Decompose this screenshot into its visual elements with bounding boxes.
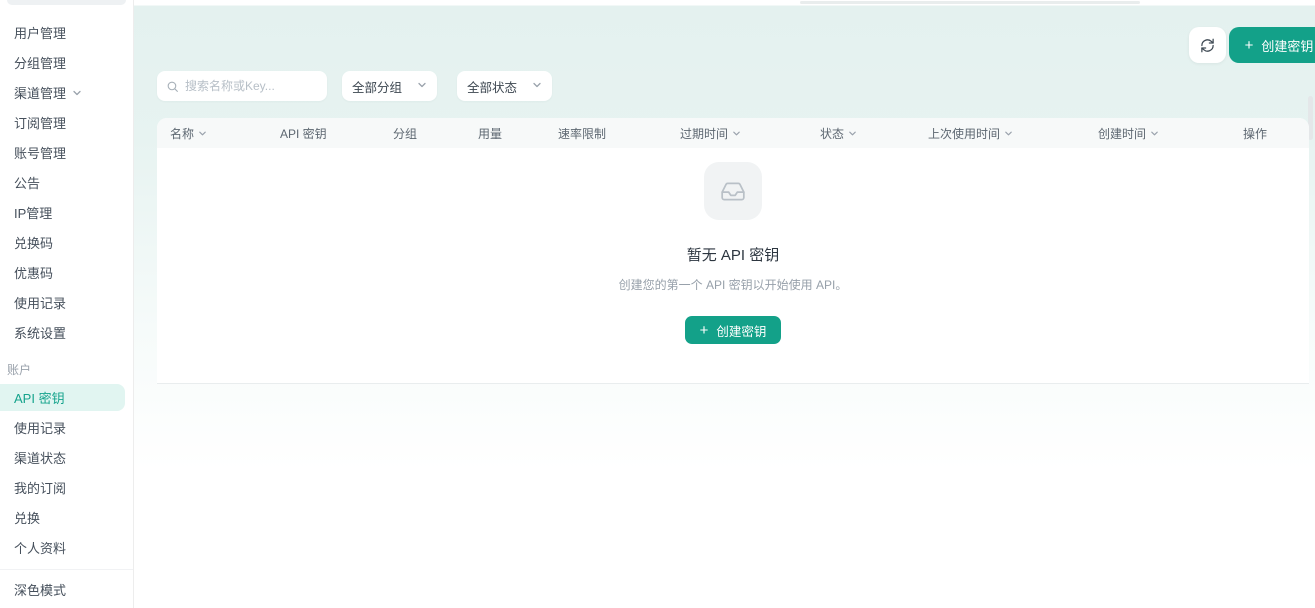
horizontal-scrollbar[interactable]	[800, 1, 1140, 4]
search-icon	[166, 80, 179, 93]
sort-chevron-icon	[848, 127, 857, 141]
sidebar-item-user-management[interactable]: 用户管理	[0, 17, 133, 47]
sidebar-item-redeem-codes[interactable]: 兑换码	[0, 227, 133, 257]
search-box[interactable]	[157, 71, 327, 101]
create-key-label: 创建密钥	[716, 321, 766, 340]
sidebar-item-label: 优惠码	[14, 263, 53, 282]
status-filter-value: 全部状态	[467, 77, 517, 96]
sidebar-item-announcements[interactable]: 公告	[0, 167, 133, 197]
sidebar-item-label: 使用记录	[14, 293, 66, 312]
sidebar-item-system-settings[interactable]: 系统设置	[0, 317, 133, 347]
sidebar-item-redeem[interactable]: 兑换	[0, 502, 133, 532]
plus-icon: +	[1245, 38, 1254, 53]
create-key-button-empty-state[interactable]: + 创建密钥	[685, 316, 782, 344]
column-header-usage: 用量	[465, 125, 545, 142]
filter-row: 全部分组 全部状态	[157, 71, 552, 101]
inbox-icon	[720, 178, 746, 204]
sidebar-item-label: 公告	[14, 173, 40, 192]
sidebar-item-coupon-codes[interactable]: 优惠码	[0, 257, 133, 287]
sidebar-item-label: 渠道状态	[14, 448, 66, 467]
sidebar-item-channel-management[interactable]: 渠道管理	[0, 77, 133, 107]
main-content: + 创建密钥 全部分组 全部状态	[134, 0, 1315, 608]
column-header-group: 分组	[380, 125, 465, 142]
sidebar-item-label: 渠道管理	[14, 83, 66, 102]
empty-state: 暂无 API 密钥 创建您的第一个 API 密钥以开始使用 API。 + 创建密…	[157, 162, 1309, 344]
column-header-expiry[interactable]: 过期时间	[667, 125, 807, 142]
sidebar-item-profile[interactable]: 个人资料	[0, 532, 133, 562]
column-header-name[interactable]: 名称	[157, 125, 267, 142]
sidebar-item-label: 订阅管理	[14, 113, 66, 132]
dark-mode-toggle[interactable]: 深色模式	[0, 570, 133, 608]
sidebar-item-account-management[interactable]: 账号管理	[0, 137, 133, 167]
empty-state-subtitle: 创建您的第一个 API 密钥以开始使用 API。	[619, 276, 848, 293]
sidebar-item-label: 兑换	[14, 508, 40, 527]
sidebar-item-ip-management[interactable]: IP管理	[0, 197, 133, 227]
group-filter-select[interactable]: 全部分组	[342, 71, 437, 101]
sidebar-item-label: 分组管理	[14, 53, 66, 72]
refresh-button[interactable]	[1189, 27, 1226, 63]
column-header-last-used[interactable]: 上次使用时间	[915, 125, 1085, 142]
create-key-button-top[interactable]: + 创建密钥	[1229, 27, 1315, 63]
sidebar-admin-nav: 用户管理 分组管理 渠道管理 订阅管理 账号管理 公告 IP管理	[0, 5, 133, 562]
sidebar-item-label: 系统设置	[14, 323, 66, 342]
plus-icon: +	[700, 323, 709, 338]
status-filter-select[interactable]: 全部状态	[457, 71, 552, 101]
sidebar-item-label: 个人资料	[14, 538, 66, 557]
sidebar-item-label: API 密钥	[14, 388, 65, 407]
column-header-api-key: API 密钥	[267, 125, 380, 142]
sidebar-item-usage-logs-admin[interactable]: 使用记录	[0, 287, 133, 317]
sidebar-item-label: IP管理	[14, 203, 52, 222]
api-keys-table-card: 名称 API 密钥 分组 用量 速率限制 过期时间	[157, 118, 1309, 384]
sort-chevron-icon	[1004, 127, 1013, 141]
sidebar-footer: 深色模式	[0, 569, 133, 608]
sort-chevron-icon	[198, 127, 207, 141]
sidebar-item-channel-status[interactable]: 渠道状态	[0, 442, 133, 472]
column-header-created[interactable]: 创建时间	[1085, 125, 1230, 142]
chevron-down-icon	[532, 79, 542, 93]
chevron-down-icon	[72, 88, 82, 98]
search-input[interactable]	[185, 79, 315, 93]
sidebar-item-my-subscription[interactable]: 我的订阅	[0, 472, 133, 502]
sidebar-item-usage-logs[interactable]: 使用记录	[0, 412, 133, 442]
sidebar-item-group-management[interactable]: 分组管理	[0, 47, 133, 77]
sidebar: 用户管理 分组管理 渠道管理 订阅管理 账号管理 公告 IP管理	[0, 0, 134, 608]
empty-state-title: 暂无 API 密钥	[687, 244, 780, 265]
column-header-rate-limit: 速率限制	[545, 125, 667, 142]
sidebar-item-label: 我的订阅	[14, 478, 66, 497]
create-key-label: 创建密钥	[1261, 36, 1313, 55]
app-window: 用户管理 分组管理 渠道管理 订阅管理 账号管理 公告 IP管理	[0, 0, 1315, 608]
sidebar-section-account: 账户	[0, 361, 133, 378]
sidebar-item-api-keys[interactable]: API 密钥	[0, 384, 125, 411]
dark-mode-label: 深色模式	[14, 580, 66, 599]
refresh-icon	[1200, 38, 1215, 53]
group-filter-value: 全部分组	[352, 77, 402, 96]
column-header-actions: 操作	[1230, 125, 1309, 142]
sidebar-item-label: 用户管理	[14, 23, 66, 42]
sort-chevron-icon	[732, 127, 741, 141]
sidebar-item-subscription-management[interactable]: 订阅管理	[0, 107, 133, 137]
column-header-status[interactable]: 状态	[807, 125, 915, 142]
table-header-row: 名称 API 密钥 分组 用量 速率限制 过期时间	[157, 118, 1309, 148]
sidebar-item-label: 使用记录	[14, 418, 66, 437]
chevron-down-icon	[417, 79, 427, 93]
empty-state-icon-box	[704, 162, 762, 220]
sidebar-item-label: 兑换码	[14, 233, 53, 252]
sort-chevron-icon	[1150, 127, 1159, 141]
sidebar-item-label: 账号管理	[14, 143, 66, 162]
